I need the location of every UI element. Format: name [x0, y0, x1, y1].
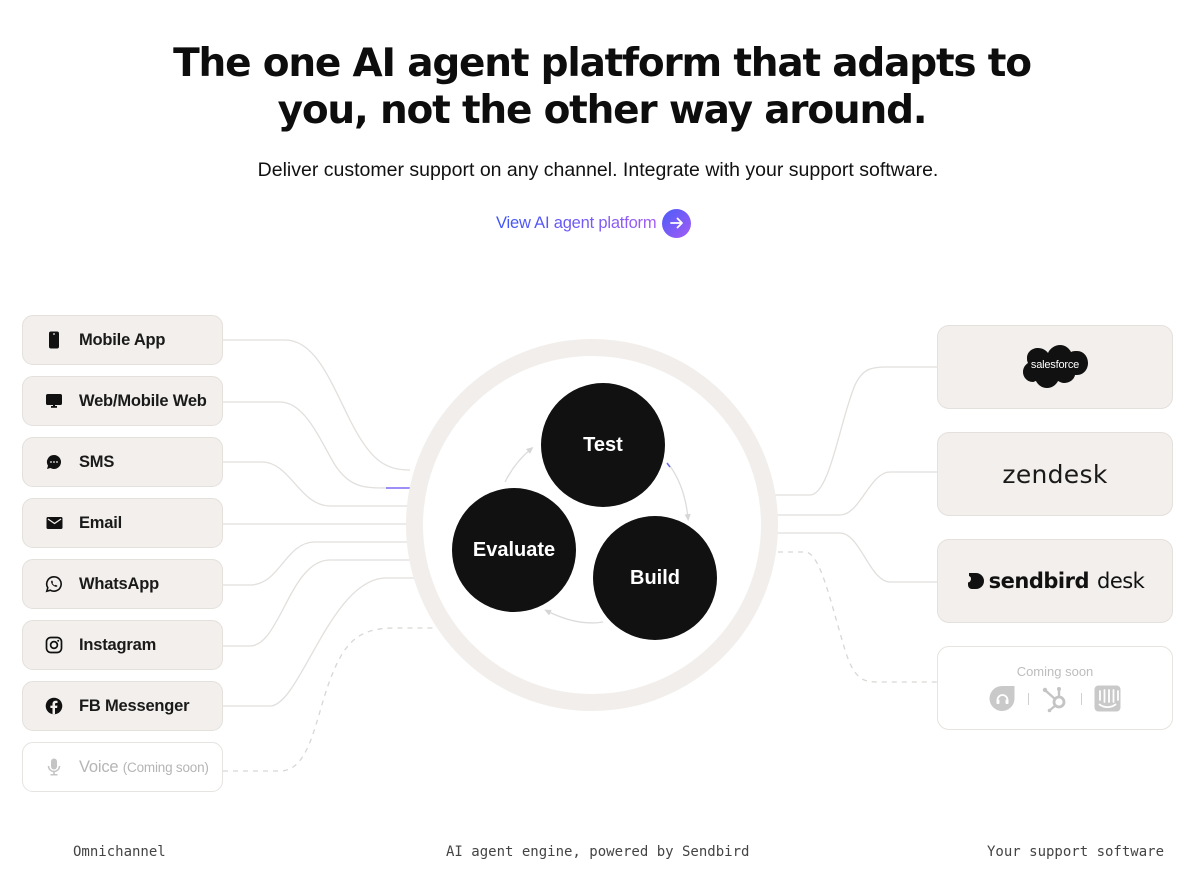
vendor-sendbird-desk[interactable]: sendbird desk: [937, 539, 1173, 623]
channel-instagram[interactable]: Instagram: [22, 620, 223, 670]
channel-fb-messenger[interactable]: FB Messenger: [22, 681, 223, 731]
intercom-icon: [1094, 685, 1121, 712]
sendbird-logo: [967, 573, 984, 589]
envelope-icon: [45, 514, 63, 532]
instagram-icon: [45, 636, 63, 654]
voice-label: Voice: [79, 757, 119, 776]
vendor-salesforce[interactable]: salesforce: [937, 325, 1173, 409]
chat-bubble-icon: [45, 453, 63, 471]
view-platform-link[interactable]: View AI agent platform: [496, 207, 692, 239]
caption-support-software: Your support software: [987, 844, 1165, 860]
node-label: Evaluate: [472, 538, 556, 561]
channel-mobile-app[interactable]: Mobile App: [22, 315, 223, 365]
node-build[interactable]: Build: [593, 516, 717, 640]
hero-subtitle: Deliver customer support on any channel.…: [257, 159, 939, 181]
channel-label: Voice (Coming soon): [79, 758, 209, 777]
node-label: Test: [583, 433, 623, 456]
salesforce-logo: salesforce: [1022, 344, 1088, 390]
wire-salesforce: [775, 366, 937, 496]
channel-label: Web/Mobile Web: [79, 391, 207, 410]
sendbird-desk-logo: sendbird desk: [966, 569, 1145, 593]
node-label: Build: [630, 566, 680, 589]
wire-sms: [223, 461, 410, 507]
hero-title-line-2: you, not the other way around.: [277, 88, 928, 133]
view-platform-label: View AI agent platform: [496, 213, 657, 232]
channel-voice[interactable]: Voice (Coming soon): [22, 742, 223, 792]
microphone-icon: [45, 758, 63, 776]
channel-label: FB Messenger: [79, 696, 190, 715]
whatsapp-icon: [45, 575, 63, 593]
arrow-right-icon: [662, 208, 692, 238]
zendesk-logo: zendesk: [1002, 459, 1108, 489]
salesforce-wordmark: salesforce: [1030, 359, 1080, 371]
mobile-phone-icon: [45, 331, 63, 349]
wire-mobile-app: [223, 339, 411, 471]
sendbird-wordmark: sendbird: [988, 569, 1090, 593]
wire-whatsapp: [223, 541, 410, 586]
monitor-icon: [45, 392, 63, 410]
channel-label: Instagram: [79, 635, 157, 654]
node-evaluate[interactable]: Evaluate: [452, 488, 576, 612]
channel-sms[interactable]: SMS: [22, 437, 223, 487]
coming-soon-label: Coming soon: [1016, 663, 1094, 679]
coming-soon-icons: [989, 685, 1121, 713]
channel-label: Mobile App: [79, 330, 166, 349]
wire-instagram: [223, 559, 410, 647]
channel-label: Email: [79, 513, 123, 532]
facebook-icon: [45, 697, 63, 715]
caption-omnichannel: Omnichannel: [73, 844, 166, 860]
hubspot-icon: [1042, 686, 1066, 712]
channel-label: WhatsApp: [79, 574, 159, 593]
wire-coming-soon: [778, 551, 937, 683]
separator: [1081, 692, 1082, 705]
caption-engine: AI agent engine, powered by Sendbird: [446, 844, 750, 860]
channel-whatsapp[interactable]: WhatsApp: [22, 559, 223, 609]
wire-fb: [223, 577, 418, 707]
wire-sendbird: [775, 532, 937, 583]
channel-web[interactable]: Web/Mobile Web: [22, 376, 223, 426]
channel-email[interactable]: Email: [22, 498, 223, 548]
wire-zendesk: [775, 471, 937, 516]
vendor-zendesk[interactable]: zendesk: [937, 432, 1173, 516]
wire-web: [223, 401, 389, 489]
channel-label: SMS: [79, 452, 115, 471]
voice-coming-soon: (Coming soon): [122, 759, 209, 775]
hero-title-line-1: The one AI agent platform that adapts to: [173, 41, 1032, 86]
wire-voice: [223, 627, 435, 772]
vendor-coming-soon: Coming soon: [937, 646, 1173, 730]
node-test[interactable]: Test: [541, 383, 665, 507]
separator: [1028, 692, 1029, 705]
hero-title: The one AI agent platform that adapts to…: [0, 40, 1204, 134]
desk-wordmark: desk: [1096, 569, 1145, 593]
freshdesk-icon: [989, 685, 1015, 711]
